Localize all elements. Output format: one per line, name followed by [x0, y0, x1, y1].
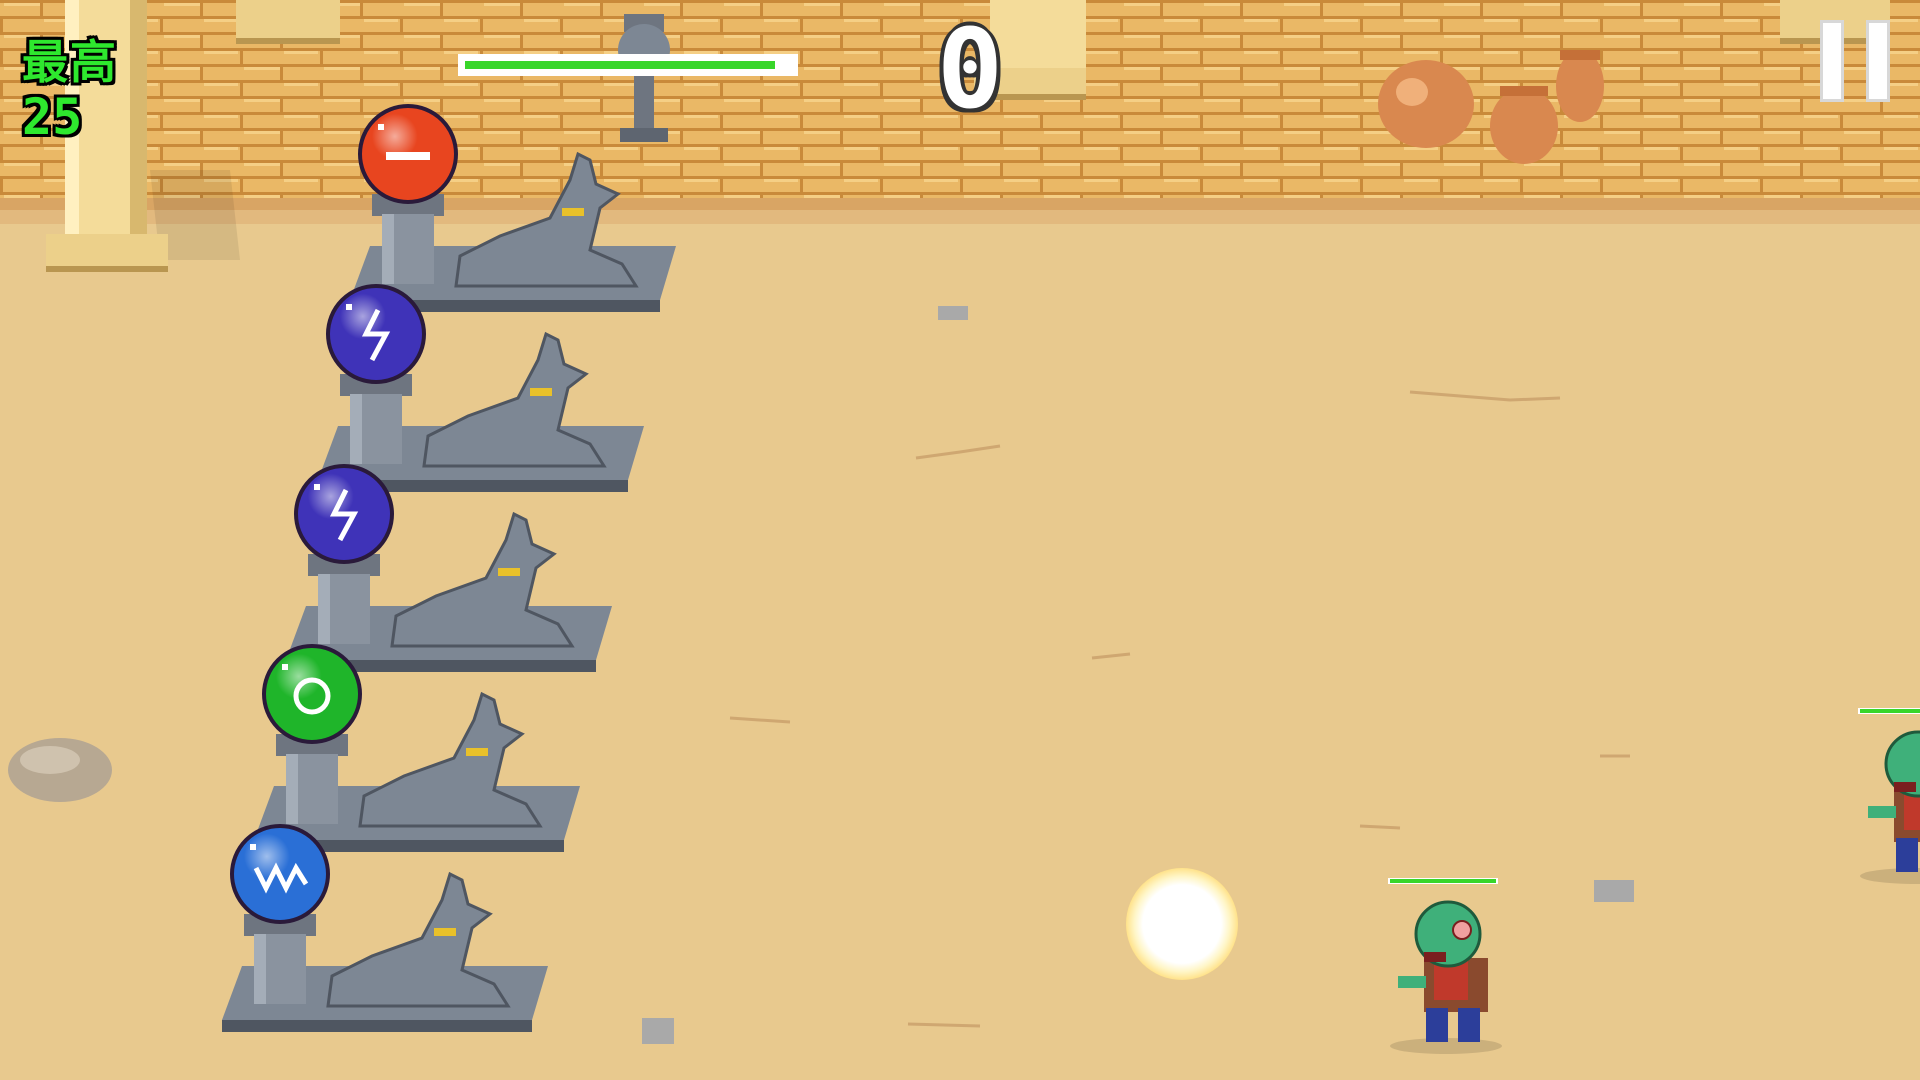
zombie-legs: [1896, 838, 1918, 872]
wall-base: [0, 198, 1920, 210]
light-projectile: [1126, 868, 1238, 980]
rock-left: [8, 738, 112, 802]
enemy-health-fill: [1390, 879, 1496, 883]
pebble: [642, 1018, 674, 1044]
tower-base-edge: [222, 1020, 532, 1032]
zombie-arm: [1398, 976, 1426, 988]
pebble: [1594, 880, 1634, 902]
minus-icon: [386, 152, 430, 160]
pause-button[interactable]: [1820, 20, 1896, 102]
score-counter: 0: [936, 5, 1004, 133]
best-score-label: 最高: [22, 35, 118, 89]
base-health-bar: [458, 54, 798, 76]
game-stage[interactable]: 最高 25 0: [0, 0, 1920, 1080]
base-health-fill: [465, 61, 775, 69]
column-top-left: [236, 0, 340, 44]
game-scene: [0, 0, 1920, 1080]
zombie-arm: [1868, 806, 1896, 818]
pebble: [938, 306, 968, 320]
pause-icon: [1866, 20, 1890, 102]
best-score-value: 25: [22, 88, 83, 146]
enemy-health-fill: [1860, 709, 1920, 713]
pause-icon: [1820, 20, 1844, 102]
zombie-legs: [1426, 1008, 1448, 1042]
